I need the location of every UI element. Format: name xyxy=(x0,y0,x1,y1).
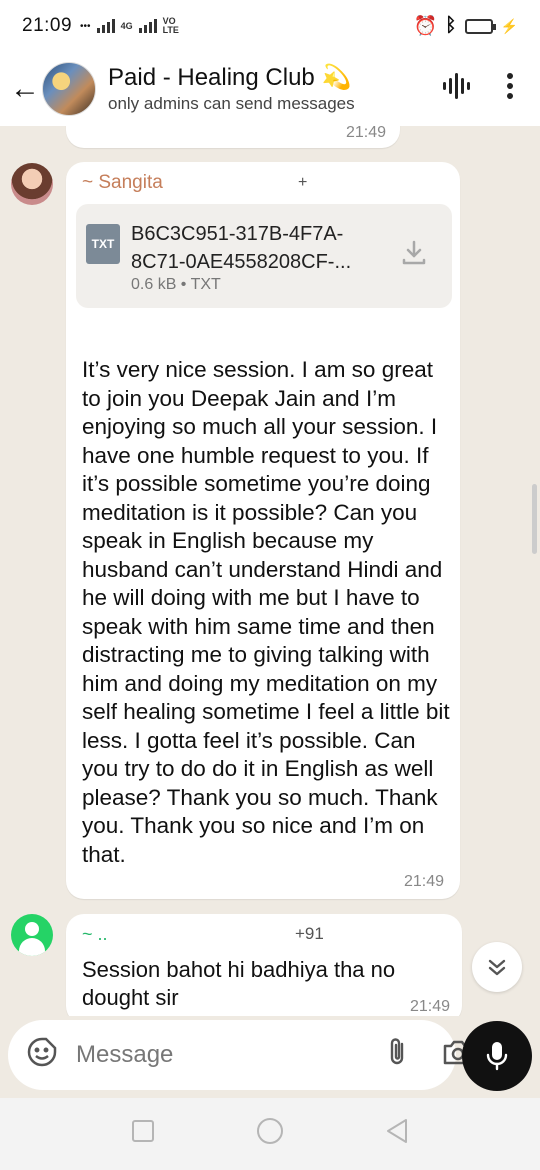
more-vertical-icon[interactable] xyxy=(506,72,514,107)
chat-area[interactable]: 21:49 ~ Sangita + TXT B6C3C951-317B-4F7A… xyxy=(0,126,540,1016)
message-text: It’s very nice session. I am so great to… xyxy=(82,357,450,867)
group-subtitle: only admins can send messages xyxy=(108,94,355,113)
network-badge: 4G xyxy=(120,20,133,31)
sender-name[interactable]: ~ Sangita xyxy=(82,172,163,194)
message-bubble[interactable]: ~ .. +91 Session bahot hi badhiya tha no… xyxy=(66,914,462,1016)
battery-icon xyxy=(464,18,496,34)
message-text: Session bahot hi badhiya tha no dought s… xyxy=(82,957,396,1010)
home-circle-icon[interactable] xyxy=(256,1117,284,1152)
message-time: 21:49 xyxy=(409,998,450,1015)
audio-waveform-icon[interactable] xyxy=(442,72,472,107)
microphone-icon xyxy=(486,1042,508,1071)
charging-icon: ⚡ xyxy=(500,17,518,34)
message-input-bar xyxy=(8,1020,473,1090)
document-meta: 0.6 kB • TXT xyxy=(131,276,221,293)
document-attachment[interactable]: TXT B6C3C951-317B-4F7A-8C71-0AE4558208CF… xyxy=(76,204,452,308)
message-input[interactable] xyxy=(76,1041,386,1069)
signal-icon xyxy=(96,19,115,33)
alarm-icon: ⏰ xyxy=(413,16,438,37)
sender-phone: + xyxy=(298,174,308,191)
header-actions xyxy=(442,72,514,107)
signal-2-icon xyxy=(138,19,157,33)
sticker-icon[interactable] xyxy=(26,1036,58,1075)
back-triangle-icon[interactable] xyxy=(385,1118,409,1151)
message-time: 21:49 xyxy=(403,873,444,890)
bluetooth-icon: ᛒ xyxy=(445,15,457,36)
group-avatar[interactable] xyxy=(42,62,96,116)
chat-header: ← Paid - Healing Club 💫 only admins can … xyxy=(0,52,540,126)
scroll-to-bottom-button[interactable] xyxy=(472,942,522,992)
person-head-shape xyxy=(25,922,39,936)
status-right-icons: ⏰ ᛒ ⚡ xyxy=(413,14,518,38)
download-icon[interactable] xyxy=(400,238,428,273)
sender-name[interactable]: ~ .. xyxy=(82,924,108,945)
paperclip-icon[interactable] xyxy=(386,1036,408,1075)
message-bubble[interactable]: ~ Sangita + TXT B6C3C951-317B-4F7A-8C71-… xyxy=(66,162,460,899)
scrollbar[interactable] xyxy=(532,484,537,554)
document-filename: B6C3C951-317B-4F7A-8C71-0AE4558208CF-... xyxy=(131,223,352,273)
wifi-dots-icon: ••• xyxy=(80,20,91,32)
group-title: Paid - Healing Club 💫 xyxy=(108,64,352,91)
recents-square-icon[interactable] xyxy=(131,1119,155,1150)
header-info[interactable]: Paid - Healing Club 💫 only admins can se… xyxy=(108,64,442,114)
back-button[interactable]: ← xyxy=(10,69,40,109)
volte-badge: VO LTE xyxy=(162,16,179,35)
sender-phone: +91 xyxy=(295,924,324,943)
document-txt-icon: TXT xyxy=(86,224,120,264)
status-time: 21:09 xyxy=(22,15,73,36)
status-left-icons: ••• 4G VO LTE xyxy=(80,17,185,35)
system-nav-bar xyxy=(0,1098,540,1170)
person-body-shape xyxy=(19,938,45,956)
status-bar: 21:09 ••• 4G VO LTE ⏰ ᛒ ⚡ xyxy=(0,0,540,52)
sender-avatar[interactable] xyxy=(11,163,53,205)
microphone-button[interactable] xyxy=(462,1021,532,1091)
message-bubble-previous[interactable]: 21:49 xyxy=(66,126,400,148)
message-time: 21:49 xyxy=(345,126,386,141)
sender-avatar-default[interactable] xyxy=(11,914,53,956)
arrow-left-icon: ← xyxy=(10,72,40,105)
